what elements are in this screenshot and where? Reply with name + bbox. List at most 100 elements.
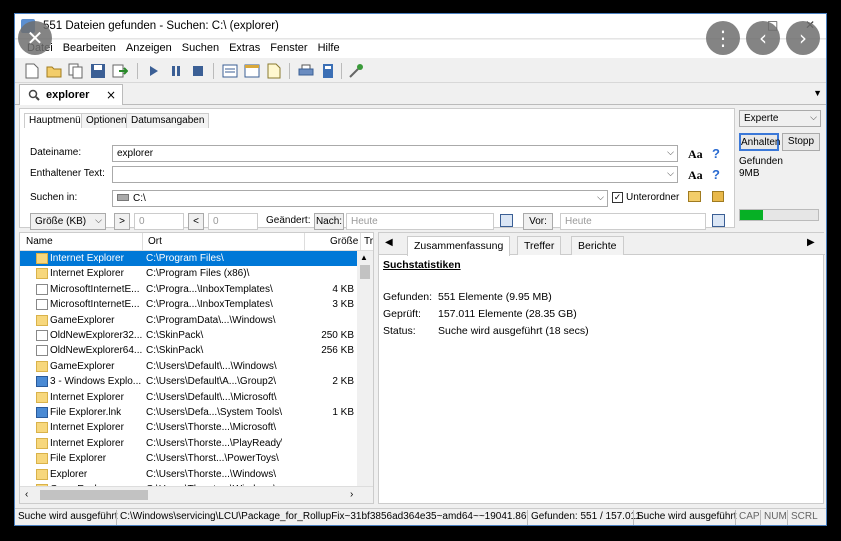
table-row[interactable]: OldNewExplorer32.... C:\SkinPack\ 250 KB (20, 328, 358, 343)
table-row[interactable]: Internet Explorer C:\Program Files (x86)\ (20, 266, 358, 281)
open-file-icon[interactable] (45, 62, 63, 80)
vertical-scrollbar[interactable]: ▲ (357, 251, 373, 487)
menu-anzeigen[interactable]: Anzeigen (126, 40, 172, 58)
tools-icon[interactable] (347, 62, 365, 80)
document-tabs: explorer × ▼ (15, 83, 826, 105)
chevron-down-icon[interactable]: ⌵ (667, 147, 674, 158)
horizontal-scrollbar[interactable]: ‹ › (20, 486, 373, 503)
tab-berichte[interactable]: Berichte (571, 236, 624, 255)
table-row[interactable]: MicrosoftInternetE... C:\Progra...\InboxT… (20, 282, 358, 297)
table-row[interactable]: Explorer C:\Users\Thorste...\Windows\ (20, 467, 358, 482)
folder-icon (36, 268, 48, 280)
calendar-icon[interactable] (500, 214, 513, 227)
menu-fenster[interactable]: Fenster (270, 40, 307, 58)
scroll-up-icon[interactable]: ▲ (360, 253, 368, 262)
subtab-optionen[interactable]: Optionen (81, 113, 132, 128)
scroll-thumb[interactable] (360, 265, 370, 279)
row-location: C:\Users\Thorste...\PlayReady\ (146, 437, 282, 449)
help-icon[interactable]: ? (712, 167, 720, 182)
column-location[interactable]: Ort (148, 236, 162, 247)
column-name[interactable]: Name (26, 236, 53, 247)
overlay-close-icon[interactable]: ✕ (18, 21, 52, 55)
after-date-input[interactable]: Heute (346, 213, 494, 230)
table-row[interactable]: File Explorer C:\Users\Thorst...\PowerToy… (20, 451, 358, 466)
after-button[interactable]: Nach: (314, 213, 344, 230)
table-row[interactable]: GameExplorer C:\Users\Default\...\Windows… (20, 359, 358, 374)
content-input[interactable]: ⌵ (112, 166, 678, 183)
tab-explorer[interactable]: explorer × (19, 84, 123, 105)
table-row[interactable]: Internet Explorer C:\Program Files\ (20, 251, 358, 267)
tab-close-icon[interactable]: × (106, 88, 116, 102)
progress-bar (739, 209, 819, 221)
row-name: MicrosoftInternetE... (50, 299, 140, 311)
tabs-right-icon[interactable]: ▶ (807, 237, 815, 248)
layout-icon[interactable] (243, 62, 261, 80)
before-button[interactable]: Vor: (523, 213, 553, 230)
main-window: 551 Dateien gefunden - Suchen: C:\ (expl… (14, 13, 827, 526)
chevron-down-icon[interactable]: ⌵ (667, 168, 674, 179)
min-size-input[interactable]: 0 (134, 213, 184, 230)
before-date-input[interactable]: Heute (560, 213, 706, 230)
menu-bearbeiten[interactable]: Bearbeiten (63, 40, 116, 58)
overlay-more-icon[interactable]: ⋮ (706, 21, 740, 55)
scroll-right-icon[interactable]: › (350, 489, 353, 500)
calendar-icon[interactable] (712, 214, 725, 227)
stop-icon[interactable] (189, 62, 207, 80)
horizontal-scroll-thumb[interactable] (40, 490, 148, 500)
found-size: 9MB (739, 168, 760, 179)
overlay-next-icon[interactable]: › (786, 21, 820, 55)
mode-select[interactable]: Experte ⌵ (739, 110, 821, 127)
folder-options-icon[interactable] (712, 191, 724, 202)
case-sensitive-icon[interactable]: Aa (688, 168, 703, 183)
view-icon[interactable] (221, 62, 239, 80)
case-sensitive-icon[interactable]: Aa (688, 147, 703, 162)
table-row[interactable]: MicrosoftInternetE... C:\Progra...\InboxT… (20, 297, 358, 312)
start-icon[interactable] (145, 62, 163, 80)
export-icon[interactable] (111, 62, 129, 80)
tabs-left-icon[interactable]: ◀ (385, 237, 393, 248)
table-row[interactable]: Internet Explorer C:\Users\Thorste...\Pla… (20, 436, 358, 451)
overlay-prev-icon[interactable]: ‹ (746, 21, 780, 55)
pause-button[interactable]: Anhalten (739, 133, 780, 151)
table-row[interactable]: OldNewExplorer64.... C:\SkinPack\ 256 KB (20, 343, 358, 358)
menu-hilfe[interactable]: Hilfe (318, 40, 340, 58)
subtab-hauptmenue[interactable]: Hauptmenü (24, 113, 86, 128)
table-row[interactable]: 3 - Windows Explo... C:\Users\Default\A..… (20, 374, 358, 389)
book-icon[interactable] (319, 62, 337, 80)
menu-suchen[interactable]: Suchen (182, 40, 219, 58)
searchin-value: C:\ (133, 193, 146, 204)
filename-input[interactable]: explorer ⌵ (112, 145, 678, 162)
table-row[interactable]: GameExplorer C:\ProgramData\...\Windows\ (20, 313, 358, 328)
help-icon[interactable]: ? (712, 146, 720, 161)
tab-treffer[interactable]: Treffer (517, 236, 562, 255)
size-unit-select[interactable]: Größe (KB) ⌵ (30, 213, 106, 230)
column-size[interactable]: Größe (330, 236, 358, 247)
pause-icon[interactable] (167, 62, 185, 80)
subfolders-checkbox[interactable]: ✓ (612, 192, 623, 203)
subtab-datumsangaben[interactable]: Datumsangaben (126, 113, 210, 128)
less-than-button[interactable]: < (188, 213, 204, 230)
save-icon[interactable] (89, 62, 107, 80)
stop-button[interactable]: Stopp (782, 133, 820, 151)
chevron-down-icon[interactable]: ⌵ (597, 192, 604, 203)
browse-folder-icon[interactable] (688, 191, 701, 202)
table-row[interactable]: Internet Explorer C:\Users\Thorste...\Mic… (20, 420, 358, 435)
column-type[interactable]: Tr (364, 236, 373, 247)
tab-zusammenfassung[interactable]: Zusammenfassung (407, 236, 511, 256)
num-indicator: NUM (764, 511, 787, 522)
new-file-icon[interactable] (23, 62, 41, 80)
table-row[interactable]: File Explorer.lnk C:\Users\Defa...\System… (20, 405, 358, 420)
copy-icon[interactable] (67, 62, 85, 80)
report-icon[interactable] (265, 62, 283, 80)
print-icon[interactable] (297, 62, 315, 80)
searchin-input[interactable]: C:\ ⌵ (112, 190, 608, 207)
chevron-down-icon[interactable]: ⌵ (810, 112, 817, 123)
table-row[interactable]: Internet Explorer C:\Users\Default\...\Mi… (20, 390, 358, 405)
scroll-left-icon[interactable]: ‹ (25, 489, 28, 500)
menu-extras[interactable]: Extras (229, 40, 260, 58)
max-size-input[interactable]: 0 (208, 213, 258, 230)
chevron-down-icon[interactable]: ⌵ (95, 215, 102, 226)
window-title: 551 Dateien gefunden - Suchen: C:\ (expl… (43, 20, 279, 32)
tab-list-chevron-down-icon[interactable]: ▼ (813, 88, 822, 98)
greater-than-button[interactable]: > (114, 213, 130, 230)
